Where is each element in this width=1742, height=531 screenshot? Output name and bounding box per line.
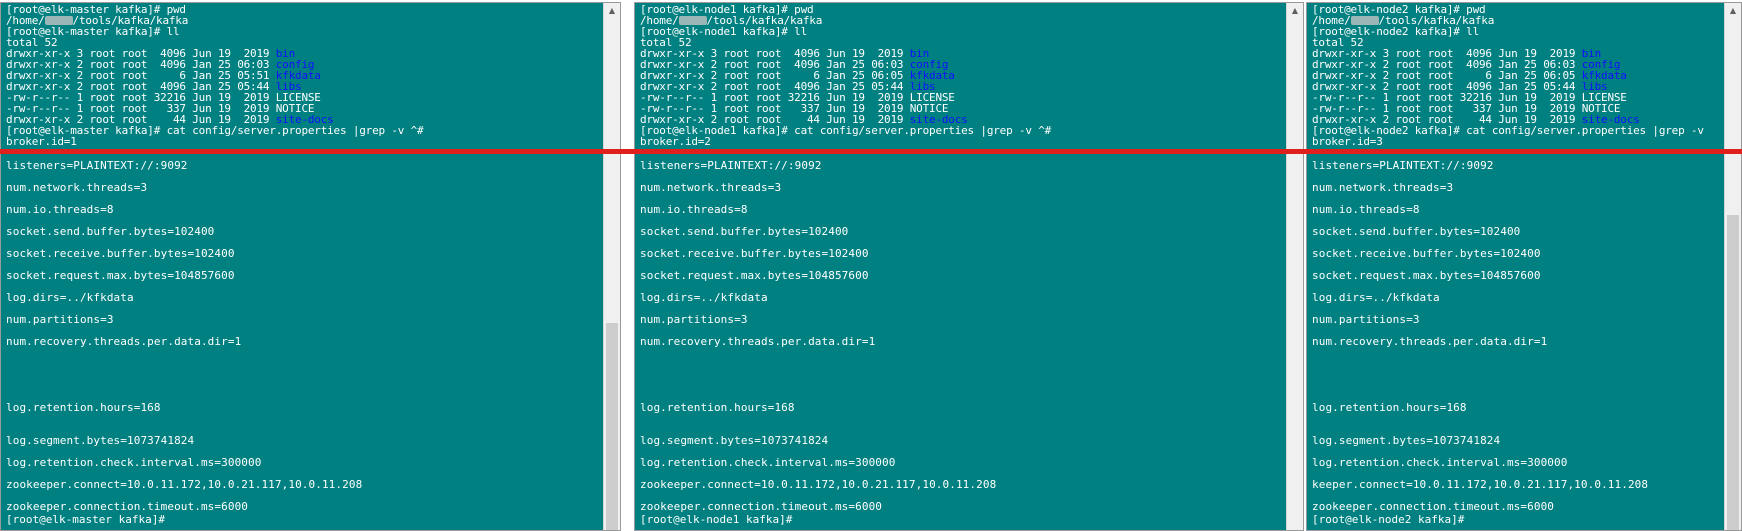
shell-prompt[interactable]: [root@elk-master kafka]# xyxy=(6,514,165,525)
shell-prompt[interactable]: [root@elk-node1 kafka]# xyxy=(640,514,792,525)
property-line: socket.send.buffer.bytes=102400 xyxy=(640,225,849,238)
vertical-scrollbar[interactable]: ▲ xyxy=(603,3,620,530)
property-line: zookeeper.connect=10.0.11.172,10.0.21.11… xyxy=(640,478,997,491)
property-line: log.segment.bytes=1073741824 xyxy=(1312,434,1501,447)
property-line: socket.send.buffer.bytes=102400 xyxy=(6,225,215,238)
terminal-header-output: [root@elk-master kafka]# pwd/home//tools… xyxy=(6,4,600,530)
terminal-pane-elk-node1[interactable]: [root@elk-node1 kafka]# pwd/home//tools/… xyxy=(634,2,1304,531)
property-line: socket.receive.buffer.bytes=102400 xyxy=(6,247,235,260)
terminal-line-text: broker.id=3 xyxy=(1312,135,1383,148)
redacted-username xyxy=(678,16,707,25)
property-line: listeners=PLAINTEXT://:9092 xyxy=(6,159,188,172)
terminal-line: [root@elk-node2 kafka]# pwd xyxy=(1312,4,1721,15)
scroll-up-arrow-icon[interactable]: ▲ xyxy=(1287,3,1303,19)
terminal-line: broker.id=2 xyxy=(640,136,1283,147)
property-line: num.partitions=3 xyxy=(640,313,748,326)
property-line: zookeeper.connection.timeout.ms=6000 xyxy=(6,500,249,513)
property-line: num.recovery.threads.per.data.dir=1 xyxy=(6,335,242,348)
property-line: log.retention.hours=168 xyxy=(640,401,795,414)
redacted-username xyxy=(44,16,73,25)
property-line: socket.send.buffer.bytes=102400 xyxy=(1312,225,1521,238)
terminal-pane-elk-node2[interactable]: [root@elk-node2 kafka]# pwd/home//tools/… xyxy=(1306,2,1742,531)
property-line: socket.receive.buffer.bytes=102400 xyxy=(640,247,869,260)
property-line: num.network.threads=3 xyxy=(640,181,782,194)
scrollbar-thumb[interactable] xyxy=(606,323,618,530)
property-line: zookeeper.connection.timeout.ms=6000 xyxy=(640,500,883,513)
property-line: num.partitions=3 xyxy=(1312,313,1420,326)
terminal-line: [root@elk-master kafka]# cat config/serv… xyxy=(6,125,600,136)
property-line: log.segment.bytes=1073741824 xyxy=(6,434,195,447)
terminal-header-output: [root@elk-node1 kafka]# pwd/home//tools/… xyxy=(640,4,1283,530)
property-line: log.retention.hours=168 xyxy=(6,401,161,414)
property-line: listeners=PLAINTEXT://:9092 xyxy=(640,159,822,172)
terminal-line: broker.id=1 xyxy=(6,136,600,147)
property-line: socket.request.max.bytes=104857600 xyxy=(1312,269,1541,282)
property-line: num.recovery.threads.per.data.dir=1 xyxy=(1312,335,1548,348)
property-line: log.segment.bytes=1073741824 xyxy=(640,434,829,447)
property-line: num.network.threads=3 xyxy=(6,181,148,194)
terminal-line: [root@elk-master kafka]# ll xyxy=(6,26,600,37)
property-line: zookeeper.connection.timeout.ms=6000 xyxy=(1312,500,1555,513)
property-line: log.retention.check.interval.ms=300000 xyxy=(6,456,262,469)
property-line: zookeeper.connect=10.0.11.172,10.0.21.11… xyxy=(6,478,363,491)
scroll-up-arrow-icon[interactable]: ▲ xyxy=(1725,3,1741,19)
vertical-scrollbar[interactable]: ▲ xyxy=(1286,3,1303,530)
property-line: num.io.threads=8 xyxy=(1312,203,1420,216)
property-line: num.network.threads=3 xyxy=(1312,181,1454,194)
scroll-up-arrow-icon[interactable]: ▲ xyxy=(604,3,620,19)
shell-prompt[interactable]: [root@elk-node2 kafka]# xyxy=(1312,514,1464,525)
terminal-line: broker.id=3 xyxy=(1312,136,1721,147)
terminal-pane-elk-master[interactable]: [root@elk-master kafka]# pwd/home//tools… xyxy=(0,2,621,531)
terminal-line-text: broker.id=1 xyxy=(6,135,77,148)
terminal-line: [root@elk-node2 kafka]# ll xyxy=(1312,26,1721,37)
terminal-header-output: [root@elk-node2 kafka]# pwd/home//tools/… xyxy=(1312,4,1721,530)
property-line: num.recovery.threads.per.data.dir=1 xyxy=(640,335,876,348)
scrollbar-thumb[interactable] xyxy=(1727,215,1739,530)
property-line: log.dirs=../kfkdata xyxy=(6,291,134,304)
property-line: socket.receive.buffer.bytes=102400 xyxy=(1312,247,1541,260)
property-line: num.io.threads=8 xyxy=(6,203,114,216)
property-line: num.io.threads=8 xyxy=(640,203,748,216)
terminal-line: [root@elk-node1 kafka]# ll xyxy=(640,26,1283,37)
property-line: keeper.connect=10.0.11.172,10.0.21.117,1… xyxy=(1312,478,1649,491)
property-line: log.dirs=../kfkdata xyxy=(1312,291,1440,304)
property-line: listeners=PLAINTEXT://:9092 xyxy=(1312,159,1494,172)
red-separator-line xyxy=(0,149,1742,154)
property-line: log.retention.hours=168 xyxy=(1312,401,1467,414)
terminal-line-text: broker.id=2 xyxy=(640,135,711,148)
property-line: log.retention.check.interval.ms=300000 xyxy=(1312,456,1568,469)
vertical-scrollbar[interactable]: ▲ xyxy=(1724,3,1741,530)
property-line: socket.request.max.bytes=104857600 xyxy=(6,269,235,282)
property-line: log.dirs=../kfkdata xyxy=(640,291,768,304)
property-line: socket.request.max.bytes=104857600 xyxy=(640,269,869,282)
terminal-line: [root@elk-node1 kafka]# cat config/serve… xyxy=(640,125,1283,136)
redacted-username xyxy=(1350,16,1379,25)
property-line: log.retention.check.interval.ms=300000 xyxy=(640,456,896,469)
property-line: num.partitions=3 xyxy=(6,313,114,326)
